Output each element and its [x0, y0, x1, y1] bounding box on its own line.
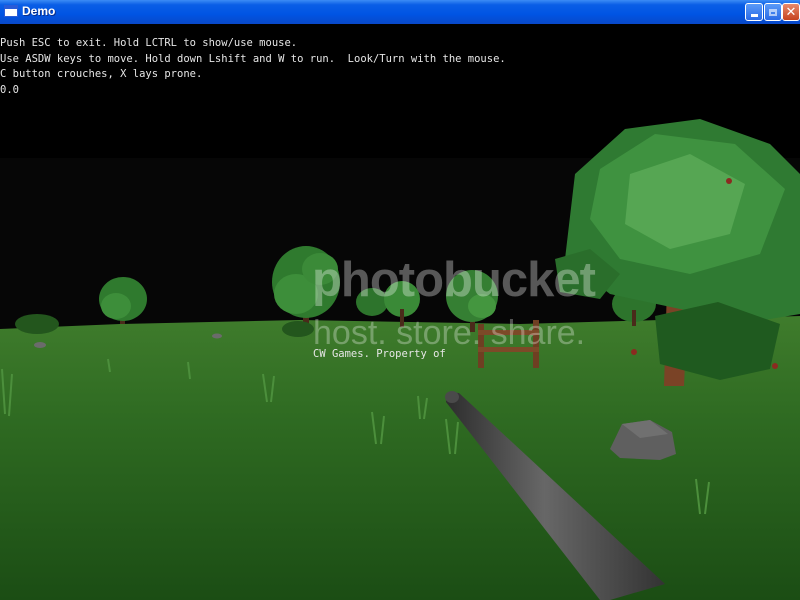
close-button[interactable]: ✕	[782, 3, 800, 21]
hud-line: C button crouches, X lays prone.	[0, 68, 203, 80]
bush-center	[282, 321, 314, 337]
maximize-icon	[769, 8, 777, 16]
minimize-icon	[750, 14, 758, 17]
hud-counter: 0.0	[0, 83, 19, 96]
window-titlebar[interactable]: Demo ✕	[0, 0, 800, 25]
watermark-logo: photobucket	[312, 253, 596, 307]
bush-left	[15, 314, 59, 334]
rock-small	[212, 333, 222, 339]
maximize-button[interactable]	[764, 3, 782, 21]
hud-line: Push ESC to exit. Hold LCTRL to show/use…	[0, 37, 298, 49]
game-scene	[0, 24, 800, 600]
close-icon: ✕	[785, 4, 797, 20]
window-title: Demo	[22, 4, 56, 18]
hud-instructions: Push ESC to exit. Hold LCTRL to show/use…	[0, 36, 506, 98]
hud-line: Use ASDW keys to move. Hold down Lshift …	[0, 52, 506, 65]
game-viewport[interactable]: photobucket host. store. share. Push ESC…	[0, 24, 800, 600]
credit-text: CW Games. Property of	[313, 348, 446, 360]
berry	[726, 178, 732, 184]
window-icon[interactable]	[4, 5, 18, 17]
minimize-button[interactable]	[745, 3, 763, 21]
berry	[631, 349, 637, 355]
rock-small	[34, 342, 46, 348]
berry	[772, 363, 778, 369]
